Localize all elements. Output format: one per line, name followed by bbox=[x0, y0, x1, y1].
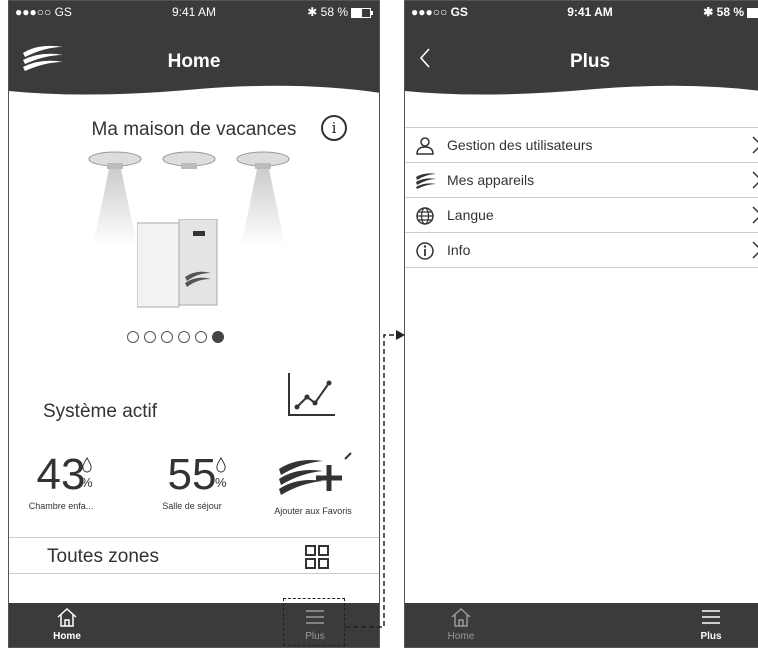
mist-nozzle-icon bbox=[236, 151, 290, 246]
zone-humidity-card[interactable]: 43 % Chambre enfa... bbox=[21, 450, 101, 512]
tab-home[interactable]: Home bbox=[431, 607, 491, 642]
menu-item-users[interactable]: Gestion des utilisateurs bbox=[405, 128, 758, 163]
tab-home[interactable]: Home bbox=[37, 607, 97, 642]
bluetooth-icon: ✱ bbox=[703, 5, 714, 19]
zone-name: Chambre enfa... bbox=[28, 501, 94, 511]
battery-indicator: ✱ 58 % bbox=[703, 5, 758, 19]
zone-name: Salle de séjour bbox=[162, 501, 222, 511]
add-favorite-button[interactable]: Ajouter aux Favoris bbox=[257, 451, 369, 516]
chevron-right-icon bbox=[752, 241, 758, 259]
menu-item-devices[interactable]: Mes appareils bbox=[405, 163, 758, 198]
page-dot[interactable] bbox=[178, 331, 190, 343]
page-dot[interactable] bbox=[195, 331, 207, 343]
menu-item-label: Langue bbox=[447, 207, 494, 223]
menu-item-label: Mes appareils bbox=[447, 172, 535, 188]
humidity-unit: % bbox=[215, 475, 227, 490]
tab-label: Home bbox=[447, 631, 475, 642]
chevron-right-icon bbox=[752, 171, 758, 189]
divider bbox=[9, 537, 379, 538]
status-bar: ●●●○○ GS 9:41 AM ✱ 58 % bbox=[9, 1, 379, 23]
battery-indicator: ✱ 58 % bbox=[307, 5, 373, 19]
brand-waves-icon bbox=[416, 173, 436, 189]
menu-item-language[interactable]: Langue bbox=[405, 198, 758, 233]
header: Plus bbox=[405, 23, 758, 113]
trend-chart-icon[interactable] bbox=[285, 371, 337, 421]
tab-bar: Home Plus bbox=[405, 603, 758, 647]
page-dot-active[interactable] bbox=[212, 331, 224, 343]
battery-icon bbox=[747, 7, 758, 18]
mist-nozzle-icon bbox=[162, 151, 216, 169]
humidity-value: 43 bbox=[36, 450, 86, 499]
home-icon bbox=[57, 607, 77, 627]
highlight-box bbox=[283, 598, 345, 646]
humidifier-unit-image bbox=[137, 219, 218, 308]
tab-label: Home bbox=[53, 631, 81, 642]
tab-plus[interactable]: Plus bbox=[681, 607, 741, 642]
add-favorite-label: Ajouter aux Favoris bbox=[274, 506, 352, 516]
grid-view-icon[interactable] bbox=[305, 545, 329, 569]
page-title: Home bbox=[167, 51, 221, 72]
info-icon[interactable]: i bbox=[321, 115, 347, 141]
humidity-value: 55 bbox=[167, 450, 217, 499]
battery-label: 58 % bbox=[320, 5, 348, 19]
plus-screen: ●●●○○ GS 9:41 AM ✱ 58 % Plus Gestion des… bbox=[404, 0, 758, 648]
divider bbox=[9, 573, 379, 574]
battery-label: 58 % bbox=[716, 5, 744, 19]
home-icon bbox=[451, 607, 471, 627]
page-dot[interactable] bbox=[127, 331, 139, 343]
menu-icon bbox=[702, 610, 720, 624]
info-icon bbox=[416, 242, 434, 260]
pagination-dots[interactable] bbox=[127, 330, 229, 348]
tab-label: Plus bbox=[700, 631, 722, 642]
battery-icon bbox=[351, 7, 373, 18]
header: Home bbox=[9, 23, 379, 113]
user-icon bbox=[416, 137, 434, 155]
humidity-unit: % bbox=[81, 475, 93, 490]
settings-list: Gestion des utilisateurs Mes appareils L… bbox=[405, 127, 758, 268]
status-bar: ●●●○○ GS 9:41 AM ✱ 58 % bbox=[405, 1, 758, 23]
menu-item-label: Gestion des utilisateurs bbox=[447, 137, 593, 153]
home-screen: ●●●○○ GS 9:41 AM ✱ 58 % Home Ma maison d… bbox=[8, 0, 380, 648]
water-drop-icon bbox=[82, 457, 92, 473]
menu-item-label: Info bbox=[447, 242, 471, 258]
water-drop-icon bbox=[216, 457, 226, 473]
system-status: Système actif bbox=[43, 401, 158, 422]
page-dot[interactable] bbox=[144, 331, 156, 343]
bluetooth-icon: ✱ bbox=[307, 5, 318, 19]
zone-humidity-card[interactable]: 55 % Salle de séjour bbox=[147, 450, 237, 512]
chevron-right-icon bbox=[752, 136, 758, 154]
chevron-right-icon bbox=[752, 206, 758, 224]
page-dot[interactable] bbox=[161, 331, 173, 343]
all-zones-label: Toutes zones bbox=[47, 546, 159, 567]
add-favorite-icon bbox=[279, 452, 352, 495]
globe-icon bbox=[416, 207, 434, 225]
menu-item-info[interactable]: Info bbox=[405, 233, 758, 268]
page-title: Plus bbox=[569, 51, 611, 72]
